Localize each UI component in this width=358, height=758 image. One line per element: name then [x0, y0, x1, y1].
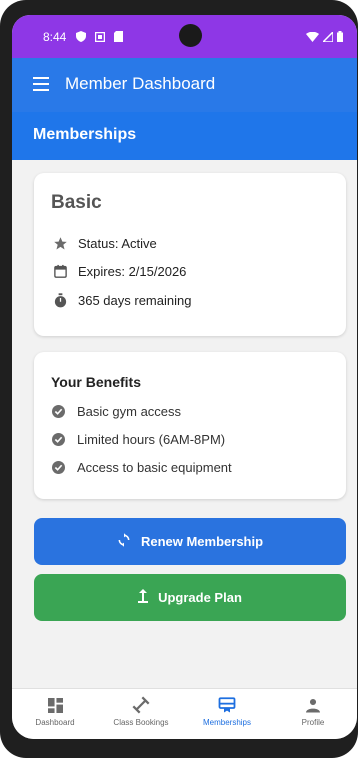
benefit-text: Limited hours (6AM-8PM) [77, 432, 226, 447]
nav-label-dashboard: Dashboard [35, 718, 75, 727]
square-notification-icon [94, 29, 106, 47]
nav-item-profile[interactable]: Profile [270, 696, 356, 727]
app-title: Member Dashboard [65, 74, 216, 93]
upgrade-arrow-icon [138, 589, 149, 606]
nav-item-class-bookings[interactable]: Class Bookings [98, 696, 184, 727]
nav-label-memberships: Memberships [202, 718, 251, 727]
nav-item-memberships[interactable]: Memberships [184, 696, 270, 727]
status-bar: 8:44 [12, 15, 357, 58]
status-notification-icons [76, 29, 123, 47]
membership-card: Basic Status: Active Expires: 2/15/2026 … [34, 173, 346, 336]
refresh-icon [117, 533, 131, 550]
shield-icon [76, 29, 86, 47]
timer-icon [52, 292, 68, 308]
sd-card-icon [114, 29, 123, 47]
dumbbell-icon [132, 696, 150, 714]
benefit-text: Access to basic equipment [77, 460, 232, 475]
status-row: Status: Active [52, 235, 157, 251]
bottom-navigation: Dashboard Class Bookings Memberships Pro… [12, 688, 357, 739]
phone-frame: 8:44 Member Dashboard Memberships Basic … [0, 0, 358, 758]
benefit-item: Limited hours (6AM-8PM) [52, 432, 225, 447]
upgrade-button-label: Upgrade Plan [158, 590, 242, 605]
person-icon [306, 696, 320, 714]
expires-text: Expires: 2/15/2026 [78, 263, 187, 279]
expires-row: Expires: 2/15/2026 [52, 263, 186, 279]
camera-cutout [179, 24, 202, 47]
status-time: 8:44 [43, 30, 67, 44]
status-system-icons [306, 29, 343, 47]
check-circle-icon [52, 433, 65, 446]
benefits-title: Your Benefits [51, 374, 141, 390]
dashboard-icon [47, 696, 63, 714]
benefits-card: Your Benefits Basic gym access Limited h… [34, 352, 346, 499]
calendar-icon [52, 263, 68, 279]
menu-icon[interactable] [33, 77, 49, 91]
benefit-item: Access to basic equipment [52, 460, 232, 475]
remaining-row: 365 days remaining [52, 292, 191, 308]
app-bar: Member Dashboard [12, 58, 357, 112]
check-circle-icon [52, 405, 65, 418]
renew-membership-button[interactable]: Renew Membership [34, 518, 346, 565]
nav-label-class-bookings: Class Bookings [113, 718, 169, 727]
wifi-icon [306, 29, 319, 47]
benefit-text: Basic gym access [77, 404, 182, 419]
nav-label-profile: Profile [301, 718, 325, 727]
status-text: Status: Active [78, 235, 157, 251]
renew-button-label: Renew Membership [140, 534, 264, 549]
screen: 8:44 Member Dashboard Memberships Basic … [12, 15, 357, 739]
section-header: Memberships [12, 112, 357, 160]
card-membership-icon [218, 696, 236, 714]
signal-icon [321, 29, 334, 47]
upgrade-plan-button[interactable]: Upgrade Plan [34, 574, 346, 621]
remaining-text: 365 days remaining [78, 292, 192, 308]
page-title: Memberships [33, 126, 137, 143]
nav-item-dashboard[interactable]: Dashboard [12, 696, 98, 727]
check-circle-icon [52, 461, 65, 474]
plan-name: Basic [51, 192, 102, 213]
star-icon [52, 235, 68, 251]
benefit-item: Basic gym access [52, 404, 181, 419]
battery-icon [337, 29, 343, 47]
